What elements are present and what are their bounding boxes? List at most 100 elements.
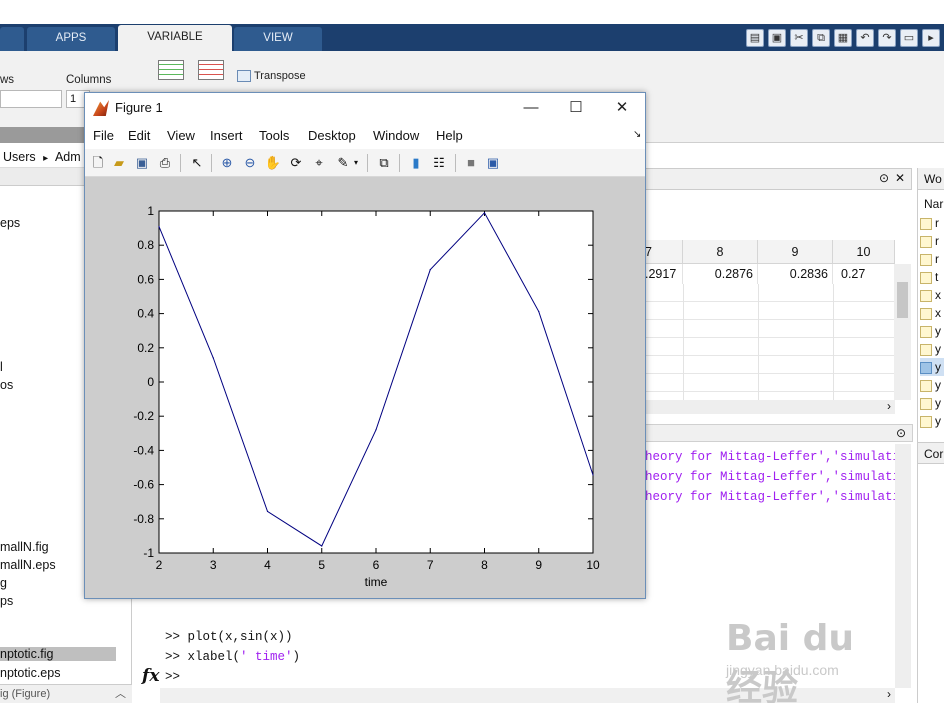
- file-details-footer[interactable]: ig (Figure) ︿: [0, 684, 132, 703]
- menu-edit[interactable]: Edit: [128, 128, 150, 143]
- undo-icon[interactable]: ↶: [856, 29, 874, 47]
- x-tick-label: 2: [156, 558, 163, 572]
- tab-variable[interactable]: VARIABLE: [118, 25, 232, 51]
- rotate-3d-icon[interactable]: ⟳: [287, 154, 305, 172]
- zoom-in-icon[interactable]: ⊕: [218, 154, 236, 172]
- pan-icon[interactable]: ✋: [264, 154, 282, 172]
- chevron-up-icon[interactable]: ︿: [115, 685, 126, 703]
- column-header[interactable]: 8: [683, 240, 758, 264]
- figure-title-bar[interactable]: Figure 1 — ☐ ✕: [85, 93, 645, 123]
- file-item[interactable]: os: [0, 378, 13, 392]
- menu-window[interactable]: Window: [373, 128, 419, 143]
- menu-view[interactable]: View: [167, 128, 195, 143]
- open-file-icon[interactable]: ▰: [110, 154, 128, 172]
- menu-tools[interactable]: Tools: [259, 128, 289, 143]
- workspace-item[interactable]: y: [920, 322, 944, 340]
- chevron-right-icon[interactable]: ›: [887, 399, 891, 413]
- table-cell[interactable]: 0.27: [833, 264, 895, 284]
- function-browser-icon[interactable]: fx: [142, 666, 159, 686]
- more-icon[interactable]: ▸: [922, 29, 940, 47]
- insert-table-icon[interactable]: [158, 60, 184, 80]
- close-button[interactable]: ✕: [602, 97, 642, 119]
- show-plot-tools-icon[interactable]: ▣: [484, 154, 502, 172]
- variable-vertical-scrollbar[interactable]: [894, 264, 911, 400]
- close-icon[interactable]: ✕: [895, 171, 905, 185]
- table-cell[interactable]: 0.2836: [758, 264, 833, 284]
- minimize-button[interactable]: —: [511, 97, 551, 119]
- file-item[interactable]: ps: [0, 594, 13, 608]
- menu-help[interactable]: Help: [436, 128, 463, 143]
- workspace-item[interactable]: y: [920, 412, 944, 430]
- workspace-item[interactable]: r: [920, 214, 944, 232]
- workspace-item[interactable]: t: [920, 268, 944, 286]
- new-figure-icon[interactable]: 🗋: [89, 154, 107, 172]
- breadcrumb-users[interactable]: Users: [3, 150, 36, 164]
- switch-window-icon[interactable]: ▭: [900, 29, 918, 47]
- redo-icon[interactable]: ↷: [878, 29, 896, 47]
- table-cell[interactable]: 0.2876: [683, 264, 758, 284]
- options-icon[interactable]: ⊙: [879, 171, 889, 185]
- workspace-item[interactable]: y: [920, 340, 944, 358]
- command-string: ' time': [240, 650, 293, 664]
- command-prompt[interactable]: >>: [165, 670, 180, 684]
- menu-file[interactable]: File: [93, 128, 114, 143]
- maximize-button[interactable]: ☐: [556, 97, 596, 119]
- cut-icon[interactable]: ✂: [790, 29, 808, 47]
- transpose-button[interactable]: Transpose: [237, 70, 306, 83]
- options-icon[interactable]: ⊙: [896, 426, 906, 440]
- save-figure-icon[interactable]: ▣: [133, 154, 151, 172]
- tab-apps[interactable]: APPS: [27, 27, 115, 51]
- workspace-item[interactable]: r: [920, 232, 944, 250]
- menu-desktop[interactable]: Desktop: [308, 128, 356, 143]
- workspace-item[interactable]: y: [920, 376, 944, 394]
- file-item[interactable]: eps: [0, 216, 20, 230]
- line-chart[interactable]: 2 3 4 5 6 7 8 9 10 1 0.8 0.6 0.4 0.2 0 -0.2 -0.4 -0.6 -0.8…: [85, 177, 645, 598]
- zoom-out-icon[interactable]: ⊖: [241, 154, 259, 172]
- variable-horizontal-scrollbar[interactable]: ›: [645, 399, 895, 414]
- table-cell[interactable]: .2917: [645, 264, 683, 284]
- variable-icon: [920, 235, 932, 248]
- dock-arrow-icon[interactable]: ↘: [633, 129, 641, 140]
- delete-table-icon[interactable]: [198, 60, 224, 80]
- print-figure-icon[interactable]: ⎙: [156, 154, 174, 172]
- workspace-item-selected[interactable]: y: [920, 358, 944, 376]
- workspace-item[interactable]: r: [920, 250, 944, 268]
- file-details-label: ig (Figure): [0, 688, 51, 700]
- menu-insert[interactable]: Insert: [210, 128, 243, 143]
- workspace-item[interactable]: x: [920, 304, 944, 322]
- rows-field[interactable]: [0, 90, 62, 108]
- link-plot-icon[interactable]: ⧉: [375, 154, 393, 172]
- tab-hidden-left[interactable]: [0, 27, 24, 51]
- variable-name: x: [935, 288, 941, 302]
- breadcrumb-admin[interactable]: Adm: [55, 150, 81, 164]
- x-tick-label: 9: [535, 558, 542, 572]
- file-item[interactable]: g: [0, 576, 7, 590]
- brush-icon[interactable]: ✎: [334, 154, 352, 172]
- file-item[interactable]: nptotic.eps: [0, 666, 60, 680]
- file-item[interactable]: l: [0, 360, 3, 374]
- edit-plot-icon[interactable]: ↖: [188, 154, 206, 172]
- workspace-item[interactable]: x: [920, 286, 944, 304]
- column-header[interactable]: 7: [645, 240, 683, 264]
- legend-icon[interactable]: ☷: [430, 154, 448, 172]
- scrollbar-thumb[interactable]: [897, 282, 908, 318]
- hide-plot-tools-icon[interactable]: ■: [462, 154, 480, 172]
- data-point: [375, 429, 377, 431]
- new-icon[interactable]: ▤: [746, 29, 764, 47]
- y-tick-label: 0.4: [137, 307, 154, 321]
- column-header[interactable]: 10: [833, 240, 895, 264]
- colorbar-icon[interactable]: ▮: [407, 154, 425, 172]
- paste-icon[interactable]: ▦: [834, 29, 852, 47]
- tab-view[interactable]: VIEW: [234, 27, 322, 51]
- toolbar-separator: [455, 154, 456, 172]
- file-item-selected[interactable]: nptotic.fig: [0, 647, 116, 661]
- column-header[interactable]: 9: [758, 240, 833, 264]
- data-cursor-icon[interactable]: ⌖: [310, 154, 328, 172]
- file-item[interactable]: mallN.eps: [0, 558, 56, 572]
- copy-icon[interactable]: ⧉: [812, 29, 830, 47]
- workspace-name-column[interactable]: Nar: [918, 194, 944, 214]
- brush-dropdown-icon[interactable]: ▾: [351, 154, 361, 172]
- save-icon[interactable]: ▣: [768, 29, 786, 47]
- file-item[interactable]: mallN.fig: [0, 540, 49, 554]
- workspace-item[interactable]: y: [920, 394, 944, 412]
